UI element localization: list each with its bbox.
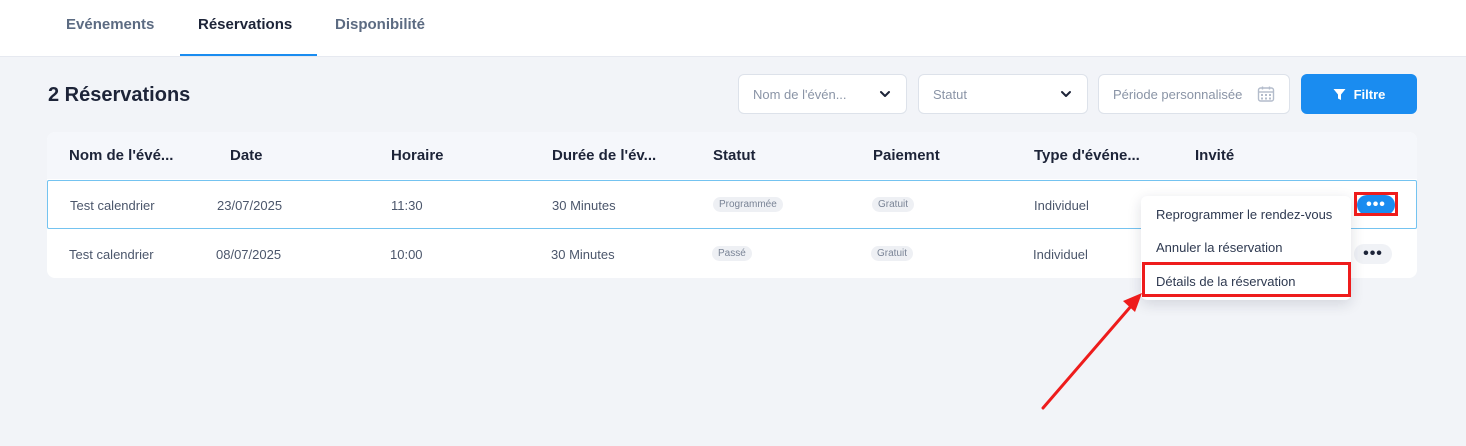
annotation-arrow	[1041, 293, 1142, 410]
